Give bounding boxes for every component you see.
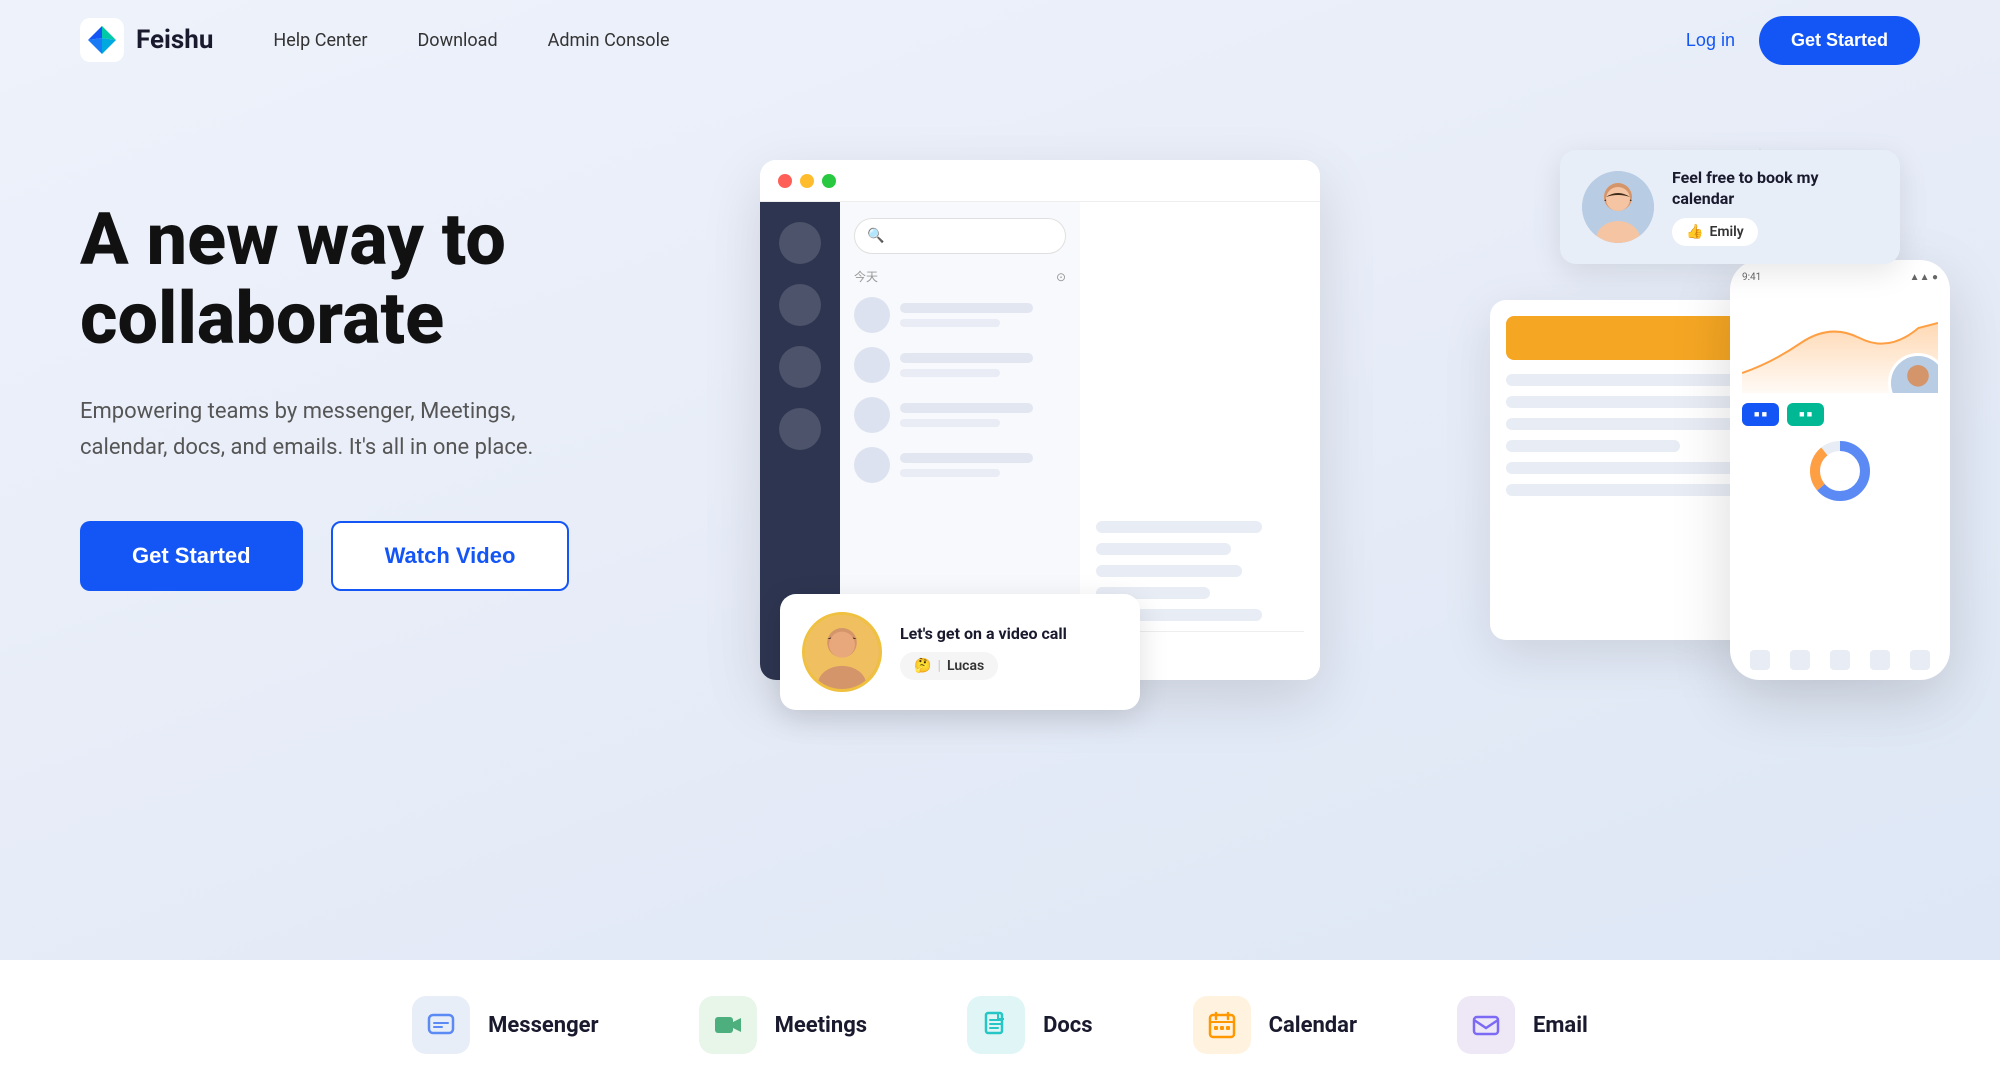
chat-item-2[interactable] [854,347,1066,383]
feishu-logo-icon [80,18,124,62]
header: Feishu Help Center Download Admin Consol… [0,0,2000,80]
calendar-icon [1207,1010,1237,1040]
feature-calendar[interactable]: Calendar [1193,996,1357,1054]
lucas-sender: Lucas [947,658,984,674]
mobile-footer-icon-1 [1750,650,1770,670]
chat-avatar-1 [854,297,890,333]
sidebar-icon-3 [779,346,821,388]
feature-calendar-label: Calendar [1269,1013,1357,1038]
chat-item-1[interactable] [854,297,1066,333]
messenger-icon-bg [412,996,470,1054]
nav-item-admin-console[interactable]: Admin Console [548,30,670,51]
cal-line-4 [1506,440,1680,452]
chat-icon [426,1010,456,1040]
cal-line-6 [1506,484,1750,496]
window-close-dot [778,174,792,188]
mobile-footer-icon-5 [1910,650,1930,670]
mobile-time: 9:41 [1742,272,1761,283]
window-minimize-dot [800,174,814,188]
mobile-btn-blue[interactable]: ■ ■ [1742,403,1779,426]
emily-sender: Emily [1709,224,1743,240]
mobile-btn-green[interactable]: ■ ■ [1787,403,1824,426]
chat-item-3[interactable] [854,397,1066,433]
search-icon: 🔍 [867,228,884,244]
emily-avatar [1582,171,1654,243]
today-label: 今天 ⊙ [854,268,1066,285]
chat-avatar-3 [854,397,890,433]
mobile-buttons: ■ ■ ■ ■ [1742,403,1938,426]
feature-messenger[interactable]: Messenger [412,996,598,1054]
doc-icon [981,1010,1011,1040]
hero-title: A new way to collaborate [80,200,660,358]
sidebar-icon-4 [779,408,821,450]
feature-meetings-label: Meetings [775,1013,868,1038]
calendar-icon-bg [1193,996,1251,1054]
chat-avatar-4 [854,447,890,483]
emily-message: Feel free to book my calendar [1672,168,1878,210]
header-actions: Log in Get Started [1686,16,1920,65]
feature-docs-label: Docs [1043,1013,1092,1038]
feature-docs[interactable]: Docs [967,996,1092,1054]
main-nav: Help Center Download Admin Console [273,30,1686,51]
mobile-footer-icon-4 [1870,650,1890,670]
feature-meetings[interactable]: Meetings [699,996,868,1054]
feature-messenger-label: Messenger [488,1013,598,1038]
logo-text: Feishu [136,25,213,55]
lucas-tag: 🤔 | Lucas [900,652,998,680]
video-icon [713,1010,743,1040]
mobile-chart: ♪ [1742,293,1938,393]
sidebar-icon-2 [779,284,821,326]
chat-item-4[interactable] [854,447,1066,483]
features-bar: Messenger Meetings Docs [0,960,2000,1090]
lucas-content: Let's get on a video call 🤔 | Lucas [900,624,1067,681]
mobile-footer-icon-2 [1790,650,1810,670]
cal-line-2 [1506,396,1750,408]
search-bar[interactable]: 🔍 [854,218,1066,254]
get-started-header-button[interactable]: Get Started [1759,16,1920,65]
hero-section: A new way to collaborate Empowering team… [0,80,2000,840]
nav-item-help-center[interactable]: Help Center [273,30,367,51]
lucas-avatar [802,612,882,692]
feature-email[interactable]: Email [1457,996,1588,1054]
login-button[interactable]: Log in [1686,30,1735,51]
email-icon-bg [1457,996,1515,1054]
window-maximize-dot [822,174,836,188]
feature-email-label: Email [1533,1013,1588,1038]
mobile-signal: ▲▲ ● [1910,272,1938,283]
hero-left: A new way to collaborate Empowering team… [80,140,660,591]
mobile-footer-icons [1730,650,1950,670]
email-icon [1471,1010,1501,1040]
mobile-status-bar: 9:41 ▲▲ ● [1742,272,1938,283]
nav-item-download[interactable]: Download [417,30,497,51]
watch-video-button[interactable]: Watch Video [331,521,570,591]
hero-subtitle: Empowering teams by messenger, Meetings,… [80,394,580,464]
emily-tag: 👍 Emily [1672,218,1758,246]
emily-emoji: 👍 [1686,224,1703,240]
mobile-mockup: 9:41 ▲▲ ● [1730,260,1950,680]
meetings-icon-bg [699,996,757,1054]
window-titlebar [760,160,1320,202]
emily-bubble: Feel free to book my calendar 👍 Emily [1560,150,1900,264]
lucas-bubble: Let's get on a video call 🤔 | Lucas [780,594,1140,710]
hero-right: 🔍 今天 ⊙ [700,140,1920,840]
logo[interactable]: Feishu [80,18,213,62]
lucas-separator: | [937,658,941,674]
lucas-emoji: 🤔 [914,658,931,674]
lucas-message: Let's get on a video call [900,624,1067,645]
chat-avatar-2 [854,347,890,383]
mobile-footer-icon-3 [1830,650,1850,670]
docs-icon-bg [967,996,1025,1054]
mobile-donut-chart [1742,436,1938,506]
emily-content: Feel free to book my calendar 👍 Emily [1672,168,1878,246]
sidebar-icon-1 [779,222,821,264]
get-started-button[interactable]: Get Started [80,521,303,591]
hero-buttons: Get Started Watch Video [80,521,660,591]
